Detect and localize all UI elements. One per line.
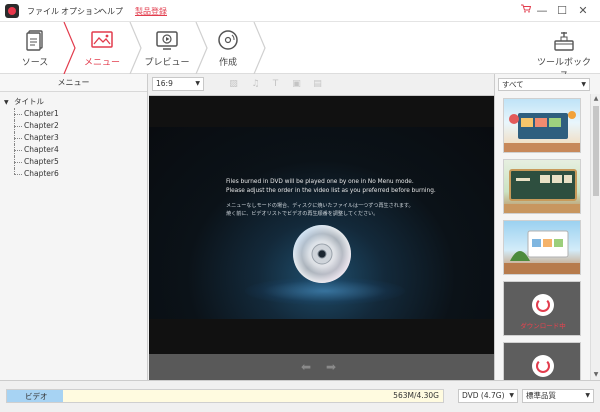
step-menu[interactable]: メニュー <box>76 22 128 74</box>
template-filter-value: すべて <box>502 80 524 89</box>
menu-register[interactable]: 製品登録 <box>135 6 167 17</box>
template-graphic <box>504 230 580 274</box>
menu-template-icon <box>91 31 113 48</box>
scrollbar-thumb[interactable] <box>593 106 599 196</box>
template-scrollbar[interactable]: ▲ ▼ <box>590 94 600 380</box>
chevron-down-icon: ▼ <box>195 80 200 87</box>
tree-item-chapter[interactable]: Chapter1 <box>0 108 147 120</box>
step-create-label: 作成 <box>218 58 237 68</box>
tree-item-chapter[interactable]: Chapter5 <box>0 156 147 168</box>
template-thumbnail-downloading[interactable]: ダウンロード中 <box>503 281 581 336</box>
tree-root-title[interactable]: ▼ タイトル <box>0 96 147 108</box>
disc-type-select[interactable]: DVD (4.7G) ▼ <box>458 389 518 403</box>
chapter-tree: ▼ タイトル Chapter1 Chapter2 Chapter3 Chapter… <box>0 92 147 180</box>
disc-type-value: DVD (4.7G) <box>462 391 505 400</box>
menu-tree-panel: メニュー ▼ タイトル Chapter1 Chapter2 Chapter3 Ch… <box>0 74 148 380</box>
preview-monitor-icon <box>156 31 178 50</box>
scroll-down-icon[interactable]: ▼ <box>591 370 600 380</box>
template-filter-select[interactable]: すべて ▼ <box>498 78 590 91</box>
burn-disc-icon <box>218 30 238 50</box>
toolbox-button[interactable]: ツールボックス <box>534 22 594 81</box>
step-preview[interactable]: プレビュー <box>140 22 194 74</box>
preview-message-jp-1: メニューなしモードの場合、ディスクに焼いたファイルは一つずつ再生されます。 <box>226 203 414 209</box>
template-graphic <box>504 169 580 213</box>
status-bar: ビデオ 563M/4.30G DVD (4.7G) ▼ 標準品質 ▼ <box>0 380 600 412</box>
template-panel: すべて ▼ ダウンロード中 ▲ ▼ <box>494 74 600 397</box>
tree-item-chapter[interactable]: Chapter2 <box>0 120 147 132</box>
minimize-button[interactable]: — <box>534 3 550 19</box>
tree-item-chapter[interactable]: Chapter4 <box>0 144 147 156</box>
step-separator-4 <box>253 22 266 74</box>
template-graphic <box>504 111 580 152</box>
menu-help[interactable]: ヘルプ <box>99 6 123 17</box>
step-separator-1 <box>63 22 76 74</box>
title-bar: ファイル オプション ヘルプ 製品登録 — ☐ ✕ <box>0 0 600 22</box>
chevron-down-icon: ▼ <box>509 392 514 399</box>
template-thumbnail[interactable] <box>503 159 581 214</box>
step-create[interactable]: 作成 <box>206 22 250 74</box>
tree-item-chapter[interactable]: Chapter6 <box>0 168 147 180</box>
menu-option[interactable]: オプション <box>61 6 101 17</box>
preview-message-jp-2: 焼く前に、ビデオリストでビデオの再生順番を調整してください。 <box>226 211 379 217</box>
preview-message-en-2: Please adjust the order in the video lis… <box>226 188 436 194</box>
close-button[interactable]: ✕ <box>575 3 591 19</box>
downloading-label: ダウンロード中 <box>520 322 566 330</box>
template-list: ダウンロード中 <box>503 98 581 403</box>
chapter-icon[interactable]: ▤ <box>312 79 323 90</box>
preview-screen: Files burned in DVD will be played one b… <box>149 127 494 319</box>
dvd-disc-icon <box>293 225 351 283</box>
text-icon[interactable]: T <box>270 79 281 90</box>
scroll-up-icon[interactable]: ▲ <box>591 94 600 104</box>
quality-value: 標準品質 <box>526 391 556 400</box>
preview-toolbar: 16:9 ▼ ▨ ♫ T ▣ ▤ <box>149 74 494 96</box>
disc-capacity-bar: ビデオ 563M/4.30G <box>6 389 444 403</box>
chevron-down-icon: ▼ <box>581 81 586 88</box>
document-icon <box>26 30 43 51</box>
step-source-label: ソース <box>21 58 49 68</box>
preview-message-en-1: Files burned in DVD will be played one b… <box>226 179 414 185</box>
capacity-type-label: ビデオ <box>25 392 48 401</box>
workflow-steps: ソース メニュー プレビュー 作成 ツールボックス <box>0 22 600 81</box>
toolbox-icon <box>554 32 574 51</box>
loading-spinner-icon <box>532 355 554 377</box>
preview-area: Files burned in DVD will be played one b… <box>149 96 494 354</box>
tree-root-label: タイトル <box>14 97 44 106</box>
app-window: ファイル オプション ヘルプ 製品登録 — ☐ ✕ ソース メニュー プレビュー… <box>0 0 600 412</box>
capacity-size: 563M/4.30G <box>393 391 439 400</box>
restore-button[interactable]: ☐ <box>554 3 570 19</box>
step-source[interactable]: ソース <box>10 22 60 74</box>
tree-item-chapter[interactable]: Chapter3 <box>0 132 147 144</box>
chevron-down-icon: ▼ <box>585 392 590 399</box>
template-thumbnail[interactable] <box>503 98 581 153</box>
step-menu-label: メニュー <box>83 58 120 68</box>
button-layout-icon[interactable]: ▣ <box>291 79 302 90</box>
panel-header: メニュー <box>0 74 147 92</box>
app-logo-icon <box>5 4 19 18</box>
loading-spinner-icon <box>532 294 554 316</box>
menu-file[interactable]: ファイル <box>27 6 59 17</box>
quality-select[interactable]: 標準品質 ▼ <box>522 389 594 403</box>
template-thumbnail[interactable] <box>503 220 581 275</box>
step-preview-label: プレビュー <box>144 58 190 68</box>
next-arrow-icon[interactable]: ➡ <box>326 360 336 374</box>
aspect-ratio-value: 16:9 <box>156 79 173 88</box>
previous-arrow-icon[interactable]: ⬅ <box>301 360 311 374</box>
aspect-ratio-select[interactable]: 16:9 ▼ <box>152 77 204 91</box>
background-image-icon[interactable]: ▨ <box>228 79 239 90</box>
cart-icon[interactable] <box>518 3 534 19</box>
preview-nav-bar: ⬅ ➡ <box>149 354 494 380</box>
music-icon[interactable]: ♫ <box>250 79 261 90</box>
